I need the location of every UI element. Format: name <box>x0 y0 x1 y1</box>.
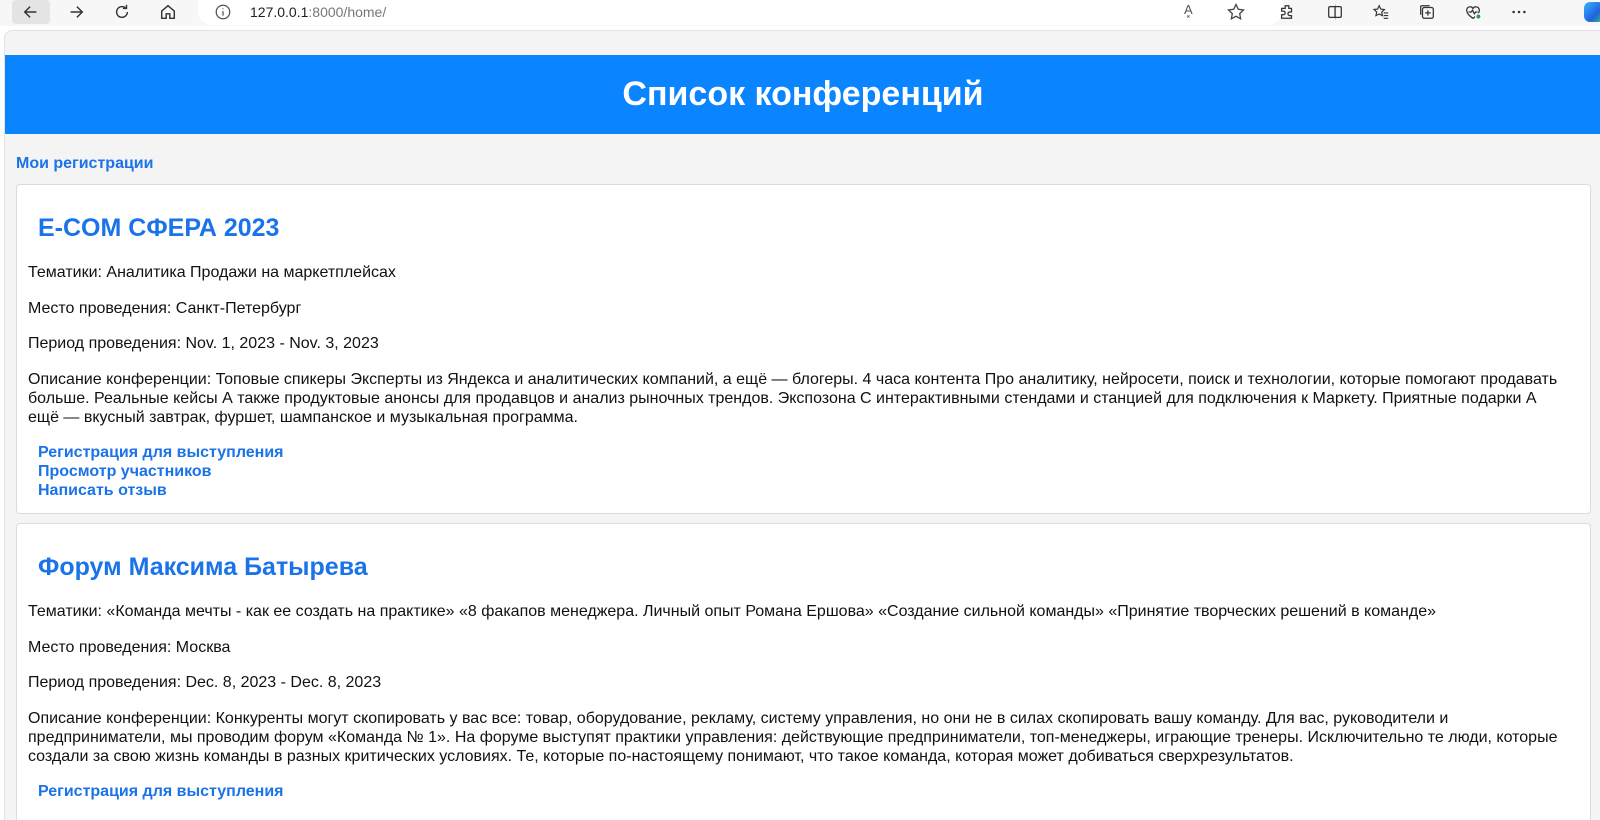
write-review-link[interactable]: Написать отзыв <box>38 481 284 500</box>
forward-icon[interactable] <box>58 0 94 24</box>
my-registrations-link[interactable]: Мои регистрации <box>16 155 153 173</box>
url-host: 127.0.0.1 <box>250 4 309 20</box>
favorite-star-icon[interactable] <box>1226 2 1246 22</box>
conference-topics: Тематики: Аналитика Продажи на маркетпле… <box>28 264 396 281</box>
conference-description: Описание конференции: Конкуренты могут с… <box>28 710 1558 765</box>
browser-essentials-icon[interactable] <box>1462 1 1484 23</box>
split-screen-icon[interactable] <box>1324 1 1346 23</box>
conference-period: Период проведения: Nov. 1, 2023 - Nov. 3… <box>28 335 379 352</box>
read-aloud-icon[interactable]: A͓ <box>1184 2 1193 17</box>
browser-toolbar: 127.0.0.1:8000/home/ A͓ <box>0 0 1600 26</box>
conference-description: Описание конференции: Топовые спикеры Эк… <box>28 371 1558 426</box>
extensions-icon[interactable] <box>1276 1 1298 23</box>
conference-title: E-COM СФЕРА 2023 <box>38 214 280 242</box>
conference-title: Форум Максима Батырева <box>38 553 368 581</box>
web-page: Список конференций Мои регистрации E-COM… <box>4 30 1600 820</box>
back-icon[interactable] <box>12 0 50 24</box>
conference-place: Место проведения: Москва <box>28 639 231 656</box>
page-title: Список конференций <box>622 75 984 113</box>
conference-actions: Регистрация для выступления <box>38 782 284 801</box>
home-icon[interactable] <box>150 0 186 24</box>
more-options-icon[interactable] <box>1508 1 1530 23</box>
conference-card: E-COM СФЕРА 2023 Тематики: Аналитика Про… <box>16 184 1591 514</box>
conference-topics: Тематики: «Команда мечты - как ее создат… <box>28 603 1436 620</box>
register-speaker-link[interactable]: Регистрация для выступления <box>38 443 284 462</box>
conference-place: Место проведения: Санкт-Петербург <box>28 300 302 317</box>
url-text[interactable]: 127.0.0.1:8000/home/ <box>250 4 386 20</box>
copilot-icon[interactable] <box>1584 2 1600 22</box>
site-info-icon[interactable] <box>214 3 232 21</box>
favorites-icon[interactable] <box>1370 1 1392 23</box>
register-speaker-link[interactable]: Регистрация для выступления <box>38 782 284 801</box>
url-path: :8000/home/ <box>308 4 387 20</box>
conference-period: Период проведения: Dec. 8, 2023 - Dec. 8… <box>28 674 382 691</box>
address-bar[interactable]: 127.0.0.1:8000/home/ A͓ <box>198 0 1282 25</box>
conference-actions: Регистрация для выступления Просмотр уча… <box>38 443 284 500</box>
refresh-icon[interactable] <box>104 0 140 24</box>
collections-icon[interactable] <box>1416 1 1438 23</box>
page-header: Список конференций <box>5 55 1600 134</box>
conference-card: Форум Максима Батырева Тематики: «Команд… <box>16 523 1591 820</box>
view-participants-link[interactable]: Просмотр участников <box>38 462 284 481</box>
